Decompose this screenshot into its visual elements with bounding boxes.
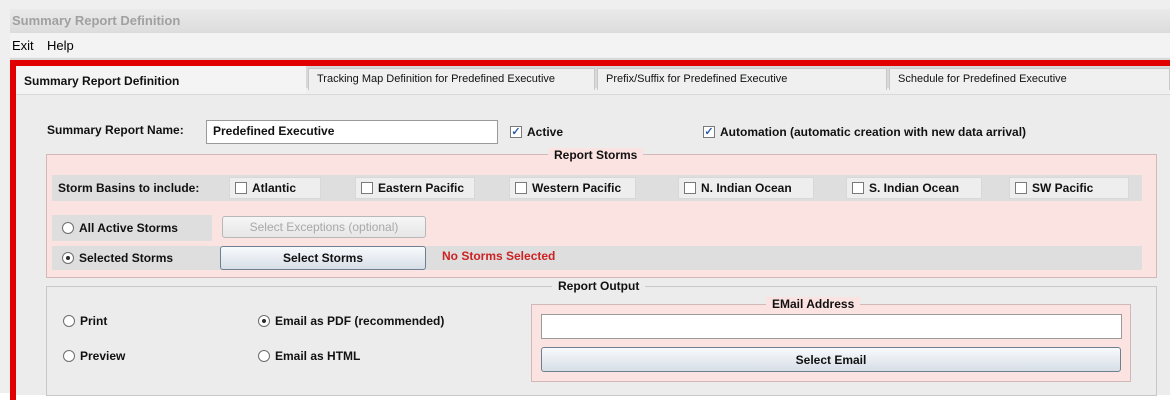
select-storms-button[interactable]: Select Storms [220, 246, 426, 270]
tab-label: Tracking Map Definition for Predefined E… [317, 73, 556, 85]
checkbox-icon [361, 182, 373, 194]
check-icon: ✓ [703, 126, 715, 138]
email-html-label: Email as HTML [275, 349, 361, 363]
tab-label: Summary Report Definition [24, 74, 180, 88]
email-pdf-radio[interactable]: Email as PDF (recommended) [258, 314, 444, 328]
basin-s-indian-ocean-checkbox[interactable]: S. Indian Ocean [846, 177, 982, 199]
basin-label: Eastern Pacific [378, 181, 465, 195]
checkbox-icon [235, 182, 247, 194]
all-active-storms-radio[interactable]: All Active Storms [62, 221, 178, 235]
storms-status: No Storms Selected [442, 249, 556, 263]
email-pdf-label: Email as PDF (recommended) [275, 314, 445, 328]
radio-icon [63, 350, 75, 362]
basin-label: Western Pacific [532, 181, 622, 195]
print-radio[interactable]: Print [63, 314, 107, 328]
menu-bar: Exit Help [10, 33, 1170, 57]
radio-icon [63, 315, 75, 327]
radio-selected-icon [258, 315, 270, 327]
report-storms-legend: Report Storms [548, 148, 644, 162]
basin-label: Atlantic [252, 181, 297, 195]
basin-n-indian-ocean-checkbox[interactable]: N. Indian Ocean [678, 177, 814, 199]
tab-prefix-suffix[interactable]: Prefix/Suffix for Predefined Executive [597, 68, 887, 90]
select-exceptions-button[interactable]: Select Exceptions (optional) [222, 216, 426, 238]
tab-schedule[interactable]: Schedule for Predefined Executive [889, 68, 1170, 90]
title-bar: Summary Report Definition [10, 9, 1170, 33]
report-name-label: Summary Report Name: [47, 123, 184, 137]
tab-summary-report-definition[interactable]: Summary Report Definition [16, 66, 306, 94]
selected-storms-radio[interactable]: Selected Storms [62, 251, 173, 265]
checkbox-icon [852, 182, 864, 194]
tab-label: Schedule for Predefined Executive [898, 73, 1067, 85]
basin-sw-pacific-checkbox[interactable]: SW Pacific [1009, 177, 1129, 199]
app-window: Summary Report Definition Exit Help Summ… [0, 0, 1170, 400]
automation-label: Automation (automatic creation with new … [720, 125, 1027, 139]
basin-label: N. Indian Ocean [701, 181, 792, 195]
selected-storms-label: Selected Storms [79, 251, 174, 265]
email-address-legend: EMail Address [766, 297, 861, 311]
basin-label: SW Pacific [1032, 181, 1094, 195]
email-address-input[interactable] [541, 314, 1122, 339]
basin-eastern-pacific-checkbox[interactable]: Eastern Pacific [355, 177, 475, 199]
tab-label: Prefix/Suffix for Predefined Executive [606, 73, 788, 85]
report-name-input[interactable]: Predefined Executive [206, 120, 498, 144]
checkbox-icon [684, 182, 696, 194]
preview-radio[interactable]: Preview [63, 349, 125, 363]
email-html-radio[interactable]: Email as HTML [258, 349, 360, 363]
check-icon: ✓ [510, 126, 522, 138]
basin-atlantic-checkbox[interactable]: Atlantic [229, 177, 321, 199]
window-title: Summary Report Definition [12, 13, 181, 28]
tab-tracking-map-definition[interactable]: Tracking Map Definition for Predefined E… [308, 68, 595, 90]
radio-selected-icon [62, 252, 74, 264]
checkbox-icon [515, 182, 527, 194]
print-label: Print [80, 314, 108, 328]
checkbox-icon [1015, 182, 1027, 194]
automation-checkbox[interactable]: ✓ Automation (automatic creation with ne… [703, 125, 1026, 139]
report-output-legend: Report Output [552, 279, 646, 293]
basin-label: S. Indian Ocean [869, 181, 960, 195]
active-label: Active [527, 125, 564, 139]
basin-western-pacific-checkbox[interactable]: Western Pacific [509, 177, 636, 199]
preview-label: Preview [80, 349, 126, 363]
menu-help[interactable]: Help [47, 38, 74, 53]
basins-label: Storm Basins to include: [58, 181, 200, 195]
all-active-storms-label: All Active Storms [79, 221, 178, 235]
menu-exit[interactable]: Exit [12, 38, 34, 53]
radio-icon [62, 222, 74, 234]
active-checkbox[interactable]: ✓ Active [510, 125, 563, 139]
selected-storms-row [52, 246, 1142, 270]
radio-icon [258, 350, 270, 362]
select-email-button[interactable]: Select Email [541, 347, 1121, 372]
